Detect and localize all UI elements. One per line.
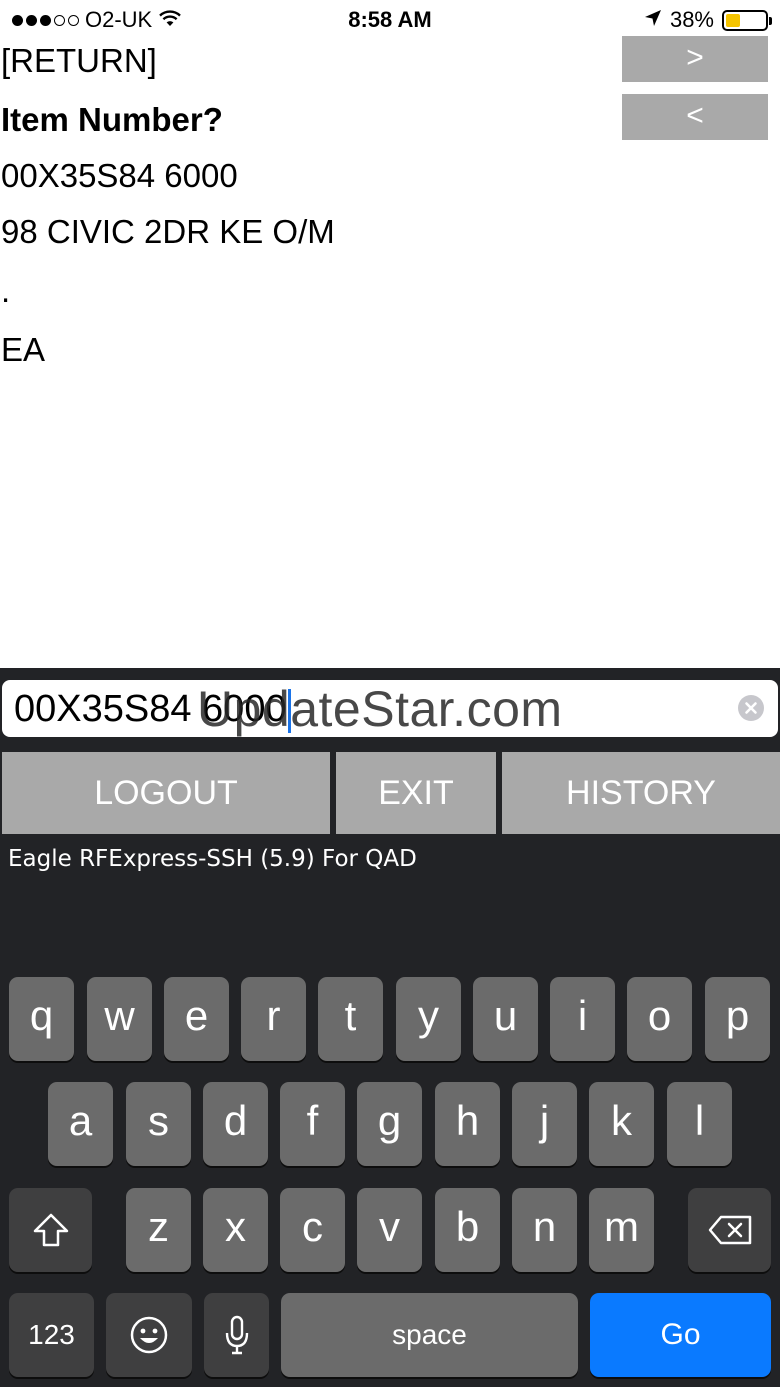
numbers-key[interactable]: 123 — [9, 1293, 94, 1377]
status-bar: O2-UK 8:58 AM 38% — [0, 0, 780, 40]
key-y[interactable]: y — [396, 977, 461, 1061]
dictation-key[interactable] — [204, 1293, 269, 1377]
key-v[interactable]: v — [357, 1188, 422, 1272]
command-input[interactable]: 00X35S84 6000 UpdateStar.com — [2, 680, 778, 737]
terminal-prompt: Item Number? — [1, 101, 223, 138]
key-i[interactable]: i — [550, 977, 615, 1061]
key-m[interactable]: m — [589, 1188, 654, 1272]
key-d[interactable]: d — [203, 1082, 268, 1166]
key-c[interactable]: c — [280, 1188, 345, 1272]
terminal-line-dot: . — [1, 272, 11, 309]
key-j[interactable]: j — [512, 1082, 577, 1166]
emoji-icon — [130, 1316, 168, 1354]
key-g[interactable]: g — [357, 1082, 422, 1166]
command-input-value: 00X35S84 6000 — [14, 688, 287, 730]
next-page-button[interactable]: > — [622, 36, 768, 82]
location-arrow-icon — [644, 7, 662, 33]
key-s[interactable]: s — [126, 1082, 191, 1166]
space-key[interactable]: space — [281, 1293, 578, 1377]
key-l[interactable]: l — [667, 1082, 732, 1166]
exit-button[interactable]: EXIT — [336, 752, 496, 834]
terminal-line-description: 98 CIVIC 2DR KE O/M — [1, 213, 335, 250]
text-caret — [287, 688, 291, 733]
battery-fill — [726, 13, 741, 27]
shift-icon — [33, 1213, 68, 1247]
key-x[interactable]: x — [203, 1188, 268, 1272]
key-q[interactable]: q — [9, 977, 74, 1061]
battery-tip — [769, 16, 772, 25]
terminal-line-uom: EA — [1, 331, 46, 368]
key-f[interactable]: f — [280, 1082, 345, 1166]
history-button[interactable]: HISTORY — [502, 752, 780, 834]
key-b[interactable]: b — [435, 1188, 500, 1272]
clear-input-icon[interactable] — [738, 695, 764, 721]
go-key[interactable]: Go — [590, 1293, 771, 1377]
key-o[interactable]: o — [627, 977, 692, 1061]
input-panel: 00X35S84 6000 UpdateStar.com LOGOUT EXIT… — [0, 668, 780, 1387]
previous-page-button[interactable]: < — [622, 94, 768, 140]
status-right: 38% — [644, 7, 772, 33]
key-a[interactable]: a — [48, 1082, 113, 1166]
key-k[interactable]: k — [589, 1082, 654, 1166]
battery-icon — [722, 9, 772, 31]
command-input-text: 00X35S84 6000 — [14, 688, 291, 733]
key-z[interactable]: z — [126, 1188, 191, 1272]
microphone-icon — [225, 1315, 248, 1355]
shift-key[interactable] — [9, 1188, 92, 1272]
terminal-line-return: [RETURN] — [1, 42, 157, 79]
app-caption: Eagle RFExpress-SSH (5.9) For QAD — [8, 846, 417, 872]
key-e[interactable]: e — [164, 977, 229, 1061]
key-p[interactable]: p — [705, 977, 770, 1061]
backspace-icon — [708, 1215, 751, 1245]
backspace-key[interactable] — [688, 1188, 771, 1272]
logout-button[interactable]: LOGOUT — [2, 752, 330, 834]
key-h[interactable]: h — [435, 1082, 500, 1166]
emoji-key[interactable] — [106, 1293, 192, 1377]
terminal-line-item: 00X35S84 6000 — [1, 157, 238, 194]
key-r[interactable]: r — [241, 977, 306, 1061]
key-u[interactable]: u — [473, 977, 538, 1061]
key-t[interactable]: t — [318, 977, 383, 1061]
key-n[interactable]: n — [512, 1188, 577, 1272]
key-w[interactable]: w — [87, 977, 152, 1061]
battery-percent: 38% — [669, 7, 714, 32]
